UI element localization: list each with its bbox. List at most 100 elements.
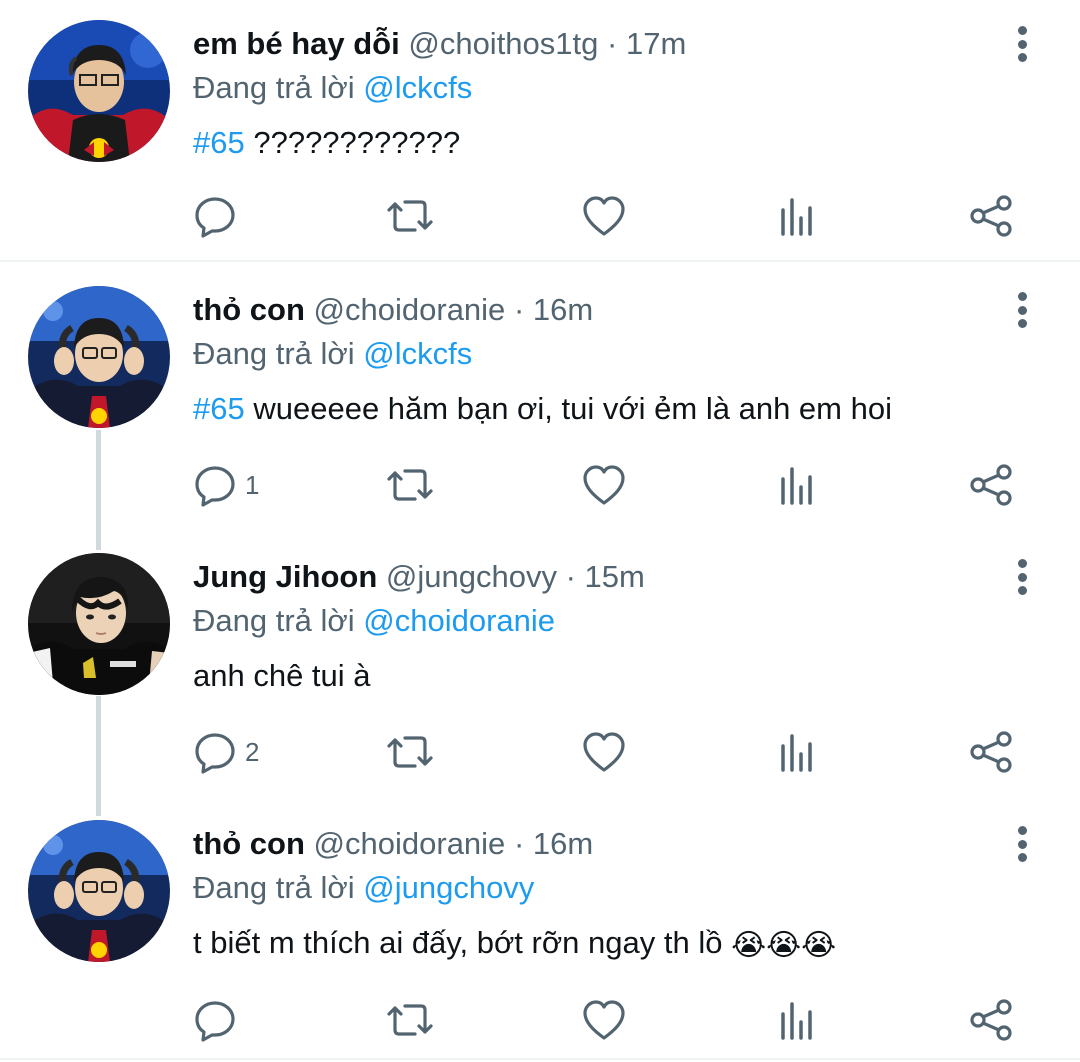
hashtag[interactable]: #65 — [193, 125, 245, 160]
action-bar — [0, 186, 1080, 246]
divider — [0, 1058, 1080, 1060]
analytics-button[interactable] — [777, 722, 817, 782]
tweet-4[interactable]: thỏ con @choidoranie · 16m Đang trả lời … — [0, 800, 1080, 1062]
avatar[interactable] — [28, 20, 170, 162]
reply-button[interactable] — [193, 990, 245, 1050]
avatar[interactable] — [28, 553, 170, 695]
tweet-text: #65 wueeeee hăm bạn ơi, tui với ẻm là an… — [193, 389, 892, 429]
share-button[interactable] — [968, 186, 1014, 246]
tweet-text: anh chê tui à — [193, 656, 371, 696]
tweet-body: t biết m thích ai đấy, bớt rỡn ngay th l… — [193, 925, 732, 960]
timestamp[interactable]: 16m — [533, 826, 593, 861]
reply-button[interactable] — [193, 186, 245, 246]
display-name[interactable]: em bé hay dỗi — [193, 26, 400, 61]
separator: · — [565, 559, 576, 594]
analytics-icon — [781, 1002, 812, 1040]
reply-count: 1 — [245, 469, 260, 500]
share-button[interactable] — [968, 990, 1014, 1050]
action-bar: 2 — [0, 722, 1080, 782]
user-handle[interactable]: @choidoranie — [314, 292, 506, 327]
more-options-icon[interactable] — [1004, 555, 1040, 599]
avatar-tho-con-icon — [28, 286, 170, 428]
analytics-icon — [781, 734, 812, 772]
like-button[interactable] — [581, 455, 627, 515]
timestamp[interactable]: 15m — [585, 559, 645, 594]
share-icon — [970, 464, 1012, 506]
like-button[interactable] — [581, 722, 627, 782]
reply-icon — [195, 197, 235, 238]
tweet-header: Jung Jihoon @jungchovy · 15m — [193, 557, 645, 597]
like-icon — [583, 1000, 625, 1040]
share-icon — [970, 731, 1012, 773]
avatar-jung-jihoon-icon — [28, 553, 170, 695]
replying-mention[interactable]: @lckcfs — [363, 70, 472, 105]
reply-icon — [195, 733, 235, 774]
like-button[interactable] — [581, 186, 627, 246]
share-icon — [970, 999, 1012, 1041]
user-handle[interactable]: @jungchovy — [386, 559, 557, 594]
retweet-icon — [387, 200, 433, 232]
tweet-body: wueeeee hăm bạn ơi, tui với ẻm là anh em… — [244, 391, 892, 426]
avatar-em-be-hay-doi-icon — [28, 20, 170, 162]
replying-mention[interactable]: @jungchovy — [363, 870, 534, 905]
display-name[interactable]: Jung Jihoon — [193, 559, 377, 594]
retweet-button[interactable] — [385, 722, 435, 782]
tweet-1[interactable]: em bé hay dỗi @choithos1tg · 17m Đang tr… — [0, 0, 1080, 262]
action-bar — [0, 990, 1080, 1050]
reply-icon — [195, 466, 235, 507]
tweet-header: thỏ con @choidoranie · 16m — [193, 290, 593, 330]
separator: · — [513, 292, 525, 327]
separator: · — [607, 26, 618, 61]
retweet-button[interactable] — [385, 455, 435, 515]
replying-prefix: Đang trả lời — [193, 336, 355, 371]
replying-to: Đang trả lời @choidoranie — [193, 601, 555, 641]
tweet-3[interactable]: Jung Jihoon @jungchovy · 15m Đang trả lờ… — [0, 533, 1080, 799]
analytics-button[interactable] — [777, 186, 817, 246]
replying-to: Đang trả lời @lckcfs — [193, 68, 472, 108]
replying-prefix: Đang trả lời — [193, 603, 355, 638]
divider — [0, 260, 1080, 262]
tweet-body: ???????????? — [244, 125, 461, 160]
timestamp[interactable]: 16m — [533, 292, 593, 327]
avatar[interactable] — [28, 286, 170, 428]
tweet-text: t biết m thích ai đấy, bớt rỡn ngay th l… — [193, 923, 836, 966]
replying-to: Đang trả lời @jungchovy — [193, 868, 534, 908]
user-handle[interactable]: @choidoranie — [314, 826, 506, 861]
reply-button[interactable]: 1 — [193, 455, 259, 515]
timestamp[interactable]: 17m — [626, 26, 686, 61]
more-options-icon[interactable] — [1004, 822, 1040, 866]
tweet-body: anh chê tui à — [193, 658, 371, 693]
replying-prefix: Đang trả lời — [193, 70, 355, 105]
avatar-tho-con-icon — [28, 820, 170, 962]
more-options-icon[interactable] — [1004, 22, 1040, 66]
action-bar: 1 — [0, 455, 1080, 515]
share-icon — [970, 195, 1012, 237]
reply-button[interactable]: 2 — [193, 722, 259, 782]
analytics-icon — [781, 198, 812, 236]
separator: · — [513, 826, 525, 861]
analytics-icon — [781, 467, 812, 505]
reply-icon — [195, 1001, 235, 1042]
share-button[interactable] — [968, 455, 1014, 515]
display-name[interactable]: thỏ con — [193, 826, 305, 861]
reply-count: 2 — [245, 736, 260, 767]
replying-mention[interactable]: @lckcfs — [363, 336, 472, 371]
retweet-icon — [387, 469, 433, 501]
tweet-2[interactable]: thỏ con @choidoranie · 16m Đang trả lời … — [0, 266, 1080, 532]
retweet-button[interactable] — [385, 186, 435, 246]
like-button[interactable] — [581, 990, 627, 1050]
replying-prefix: Đang trả lời — [193, 870, 355, 905]
retweet-button[interactable] — [385, 990, 435, 1050]
more-options-icon[interactable] — [1004, 288, 1040, 332]
tweet-header: em bé hay dỗi @choithos1tg · 17m — [193, 24, 686, 64]
analytics-button[interactable] — [777, 455, 817, 515]
hashtag[interactable]: #65 — [193, 391, 245, 426]
share-button[interactable] — [968, 722, 1014, 782]
replying-mention[interactable]: @choidoranie — [363, 603, 555, 638]
display-name[interactable]: thỏ con — [193, 292, 305, 327]
user-handle[interactable]: @choithos1tg — [408, 26, 598, 61]
analytics-button[interactable] — [777, 990, 817, 1050]
like-icon — [583, 732, 625, 772]
avatar[interactable] — [28, 820, 170, 962]
tweet-header: thỏ con @choidoranie · 16m — [193, 824, 593, 864]
